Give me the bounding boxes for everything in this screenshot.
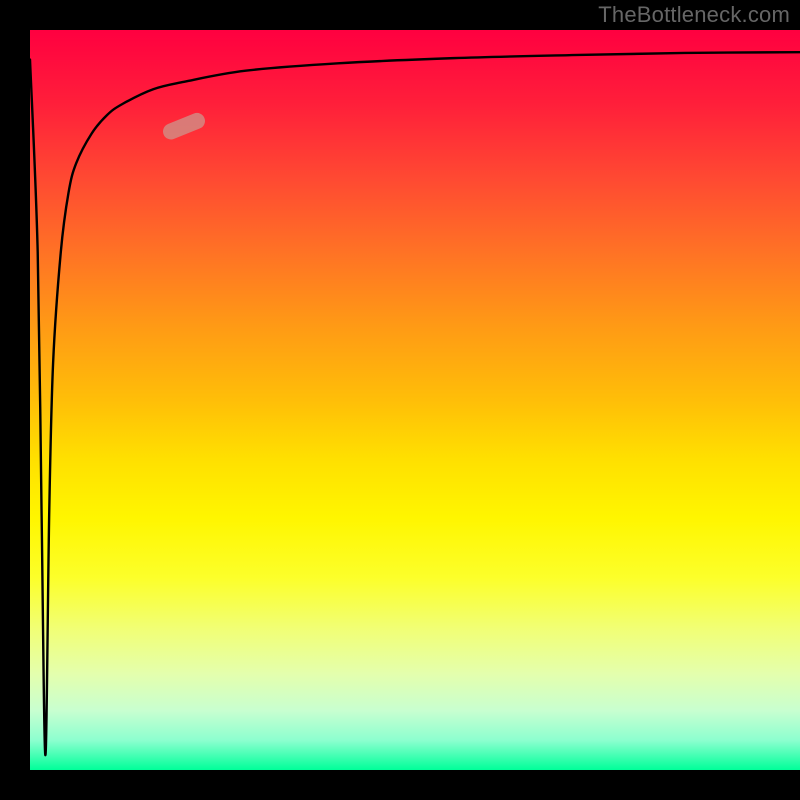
attribution-text: TheBottleneck.com	[598, 2, 790, 28]
plot-area	[30, 30, 800, 770]
chart-frame: TheBottleneck.com	[0, 0, 800, 800]
